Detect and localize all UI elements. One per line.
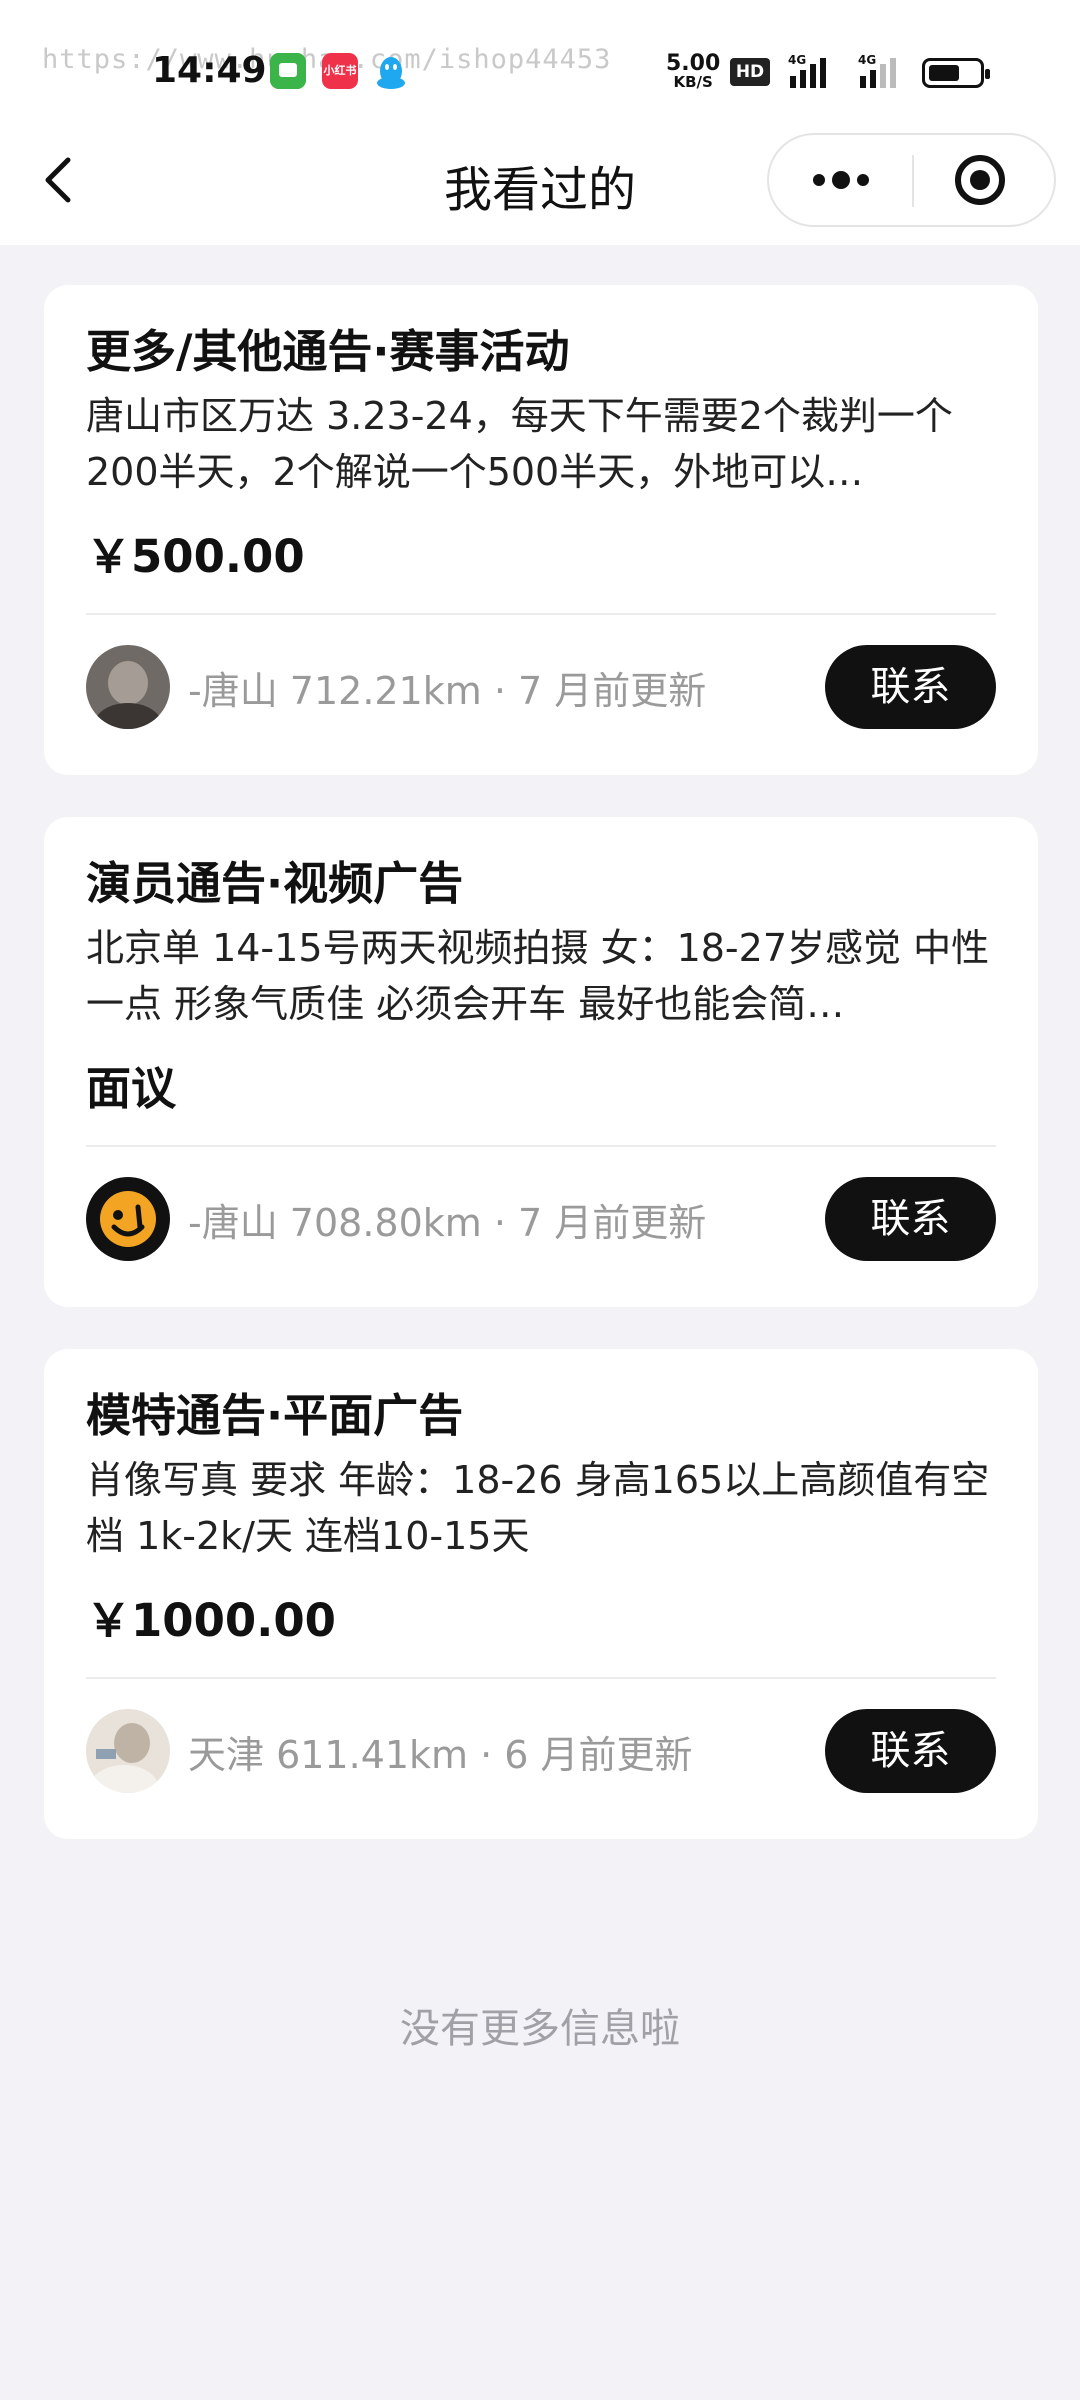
status-time: 14:49	[152, 50, 267, 91]
card-description: 唐山市区万达 3.23-24，每天下午需要2个裁判一个200半天，2个解说一个5…	[86, 394, 953, 494]
card-description: 北京单 14-15号两天视频拍摄 女：18-27岁感觉 中性一点 形象气质佳 必…	[86, 926, 990, 1026]
network-speed: 5.00 KB/S	[666, 51, 721, 91]
contact-button[interactable]: 联系	[825, 1709, 996, 1793]
xiaohongshu-notification-icon: 小红书	[322, 53, 358, 89]
network-speed-value: 5.00	[666, 51, 721, 76]
signal-strength-2-icon: 4G	[858, 52, 906, 90]
end-of-list-text: 没有更多信息啦	[400, 2006, 680, 2052]
card-description: 肖像写真 要求 年龄：18-26 身高165以上高颜值有空档 1k-2k/天 连…	[86, 1458, 990, 1558]
target-close-icon	[955, 155, 1005, 205]
card-divider	[86, 1145, 996, 1147]
card-divider	[86, 1677, 996, 1679]
card-meta: 天津 611.41km · 6 月前更新	[188, 1733, 693, 1777]
battery-icon	[922, 58, 990, 88]
contact-button[interactable]: 联系	[825, 645, 996, 729]
list-item[interactable]: 更多/其他通告·赛事活动 唐山市区万达 3.23-24，每天下午需要2个裁判一个…	[44, 285, 1038, 775]
hd-voice-icon: HD	[730, 58, 770, 86]
more-button[interactable]	[769, 135, 913, 225]
card-divider	[86, 613, 996, 615]
card-price: ￥500.00	[86, 530, 305, 583]
wechat-notification-icon	[270, 53, 306, 89]
close-miniprogram-button[interactable]	[914, 135, 1054, 225]
card-meta: -唐山 712.21km · 7 月前更新	[188, 669, 707, 713]
more-dots-icon	[813, 171, 869, 189]
qq-notification-icon	[375, 53, 407, 93]
list-item[interactable]: 模特通告·平面广告 肖像写真 要求 年龄：18-26 身高165以上高颜值有空档…	[44, 1349, 1038, 1839]
signal-2-label: 4G	[858, 53, 876, 67]
contact-button[interactable]: 联系	[825, 1177, 996, 1261]
card-title: 更多/其他通告·赛事活动	[86, 325, 570, 378]
signal-1-label: 4G	[788, 53, 806, 67]
card-price: ￥1000.00	[86, 1594, 336, 1647]
avatar	[86, 1709, 170, 1793]
miniprogram-capsule	[767, 133, 1056, 227]
card-title: 模特通告·平面广告	[86, 1389, 464, 1442]
card-meta: -唐山 708.80km · 7 月前更新	[188, 1201, 707, 1245]
battery-level-fill	[929, 65, 959, 81]
network-speed-unit: KB/S	[673, 73, 713, 91]
status-bar: https://www.huzhan.com/ishop44453 14:49 …	[0, 0, 1080, 130]
navigation-bar: 我看过的	[0, 130, 1080, 245]
avatar	[86, 1177, 170, 1261]
card-price: 面议	[86, 1062, 177, 1115]
list-item[interactable]: 演员通告·视频广告 北京单 14-15号两天视频拍摄 女：18-27岁感觉 中性…	[44, 817, 1038, 1307]
avatar	[86, 645, 170, 729]
card-title: 演员通告·视频广告	[86, 857, 464, 910]
signal-strength-icon: 4G	[788, 52, 836, 90]
